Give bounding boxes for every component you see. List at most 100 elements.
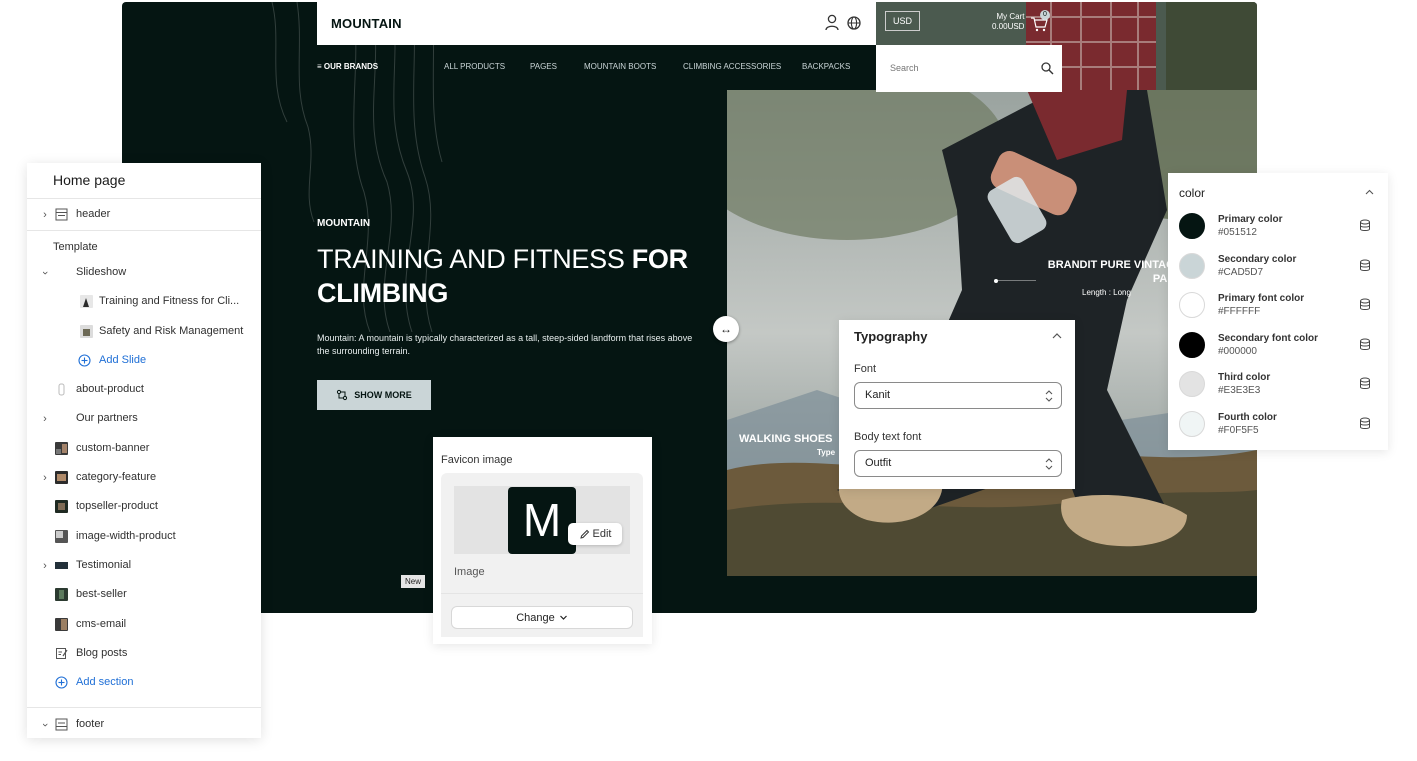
body-font-label: Body text font [854,431,922,443]
globe-icon[interactable] [846,15,862,31]
database-icon[interactable] [1359,298,1371,311]
nav-backpacks[interactable]: BACKPACKS [802,62,850,71]
cart-amount: 0.00USD [992,22,1025,31]
color-title: color [1179,186,1206,200]
template-label: Template [53,241,98,253]
sidebar-item-topseller-product[interactable]: topseller-product [27,495,261,521]
add-slide-button[interactable]: Add Slide [27,349,261,375]
color-panel: color Primary color #051512 Secondary co… [1168,173,1388,450]
section-sidebar: Home page › header Template › Slideshow … [27,163,261,738]
favicon-change-area: Change [441,593,643,637]
sidebar-item-testimonial[interactable]: › Testimonial [27,554,261,580]
color-swatch[interactable] [1179,213,1205,239]
sidebar-item-image-width-product[interactable]: image-width-product [27,525,261,551]
sidebar-item-blog-posts[interactable]: Blog posts [27,642,261,668]
color-swatch[interactable] [1179,411,1205,437]
chevron-up-icon[interactable] [1364,187,1375,198]
color-row-secondary-font[interactable]: Secondary font color #000000 [1168,327,1388,367]
route-icon [337,389,348,401]
nav-climbing-accessories[interactable]: CLIMBING ACCESSORIES [683,62,781,71]
chevron-right-icon[interactable]: › [39,413,51,425]
edit-favicon-button[interactable]: Edit [568,523,622,545]
section-thumbnail-icon [58,383,65,396]
chevron-right-icon[interactable]: › [39,209,51,221]
chevron-down-icon[interactable]: › [39,719,51,731]
slide-thumbnail-icon [80,295,93,308]
color-row-primary-font[interactable]: Primary font color #FFFFFF [1168,287,1388,327]
database-icon[interactable] [1359,417,1371,430]
sidebar-item-slide-1[interactable]: Training and Fitness for Cli... [27,290,261,316]
divider [27,707,261,708]
section-thumbnail-icon [55,562,68,569]
add-section-button[interactable]: Add section [27,671,261,697]
nav-pages[interactable]: PAGES [530,62,557,71]
nav-mountain-boots[interactable]: MOUNTAIN BOOTS [584,62,656,71]
compare-slider-handle[interactable]: ↔ [713,316,739,342]
color-swatch[interactable] [1179,292,1205,318]
select-arrows-icon [1045,458,1053,470]
chevron-down-icon[interactable]: › [39,267,51,279]
section-thumbnail-icon [55,500,68,513]
edit-document-icon [56,648,68,659]
sidebar-item-about-product[interactable]: about-product [27,378,261,404]
new-badge: New [401,575,426,588]
change-favicon-button[interactable]: Change [451,606,633,629]
chevron-right-icon[interactable]: › [39,472,51,484]
search-input[interactable] [890,61,1030,75]
database-icon[interactable] [1359,219,1371,232]
store-logo[interactable]: MOUNTAIN [331,16,402,31]
database-icon[interactable] [1359,338,1371,351]
hero-description: Mountain: A mountain is typically charac… [317,333,693,356]
color-swatch[interactable] [1179,371,1205,397]
sidebar-item-label: header [76,208,111,220]
sidebar-item-header[interactable]: › header [27,203,261,229]
chevron-up-icon[interactable] [1051,330,1063,342]
color-row-fourth[interactable]: Fourth color #F0F5F5 [1168,406,1388,446]
sidebar-item-custom-banner[interactable]: custom-banner [27,437,261,463]
pencil-icon [579,529,589,539]
store-nav: ≡ OUR BRANDS ALL PRODUCTS PAGES MOUNTAIN… [317,62,877,76]
nav-all-products[interactable]: ALL PRODUCTS [444,62,505,71]
sidebar-item-best-seller[interactable]: best-seller [27,583,261,609]
sidebar-item-cms-email[interactable]: cms-email [27,613,261,639]
cart-count-badge: 0 [1040,10,1050,20]
color-row-third[interactable]: Third color #E3E3E3 [1168,366,1388,406]
nav-our-brands[interactable]: ≡ OUR BRANDS [317,62,378,71]
store-preview: MOUNTAIN USD My Cart 0.00USD 0 ≡ OUR BRA… [122,2,1257,613]
font-label: Font [854,363,877,375]
database-icon[interactable] [1359,377,1371,390]
plus-circle-icon [55,676,68,689]
body-font-select[interactable]: Outfit [854,450,1062,477]
product-label-shoes: WALKING SHOES [739,433,833,445]
font-select[interactable]: Kanit [854,382,1062,409]
section-thumbnail-icon [55,442,68,455]
section-thumbnail-icon [55,588,68,601]
sidebar-item-our-partners[interactable]: › Our partners [27,407,261,433]
cart-summary[interactable]: My Cart 0.00USD [992,12,1024,32]
favicon-preview: M [508,487,576,554]
database-icon[interactable] [1359,259,1371,272]
sidebar-item-slideshow[interactable]: › Slideshow [27,261,261,287]
sidebar-item-slide-2[interactable]: Safety and Risk Management [27,320,261,346]
color-row-primary[interactable]: Primary color #051512 [1168,208,1388,248]
color-row-secondary[interactable]: Secondary color #CAD5D7 [1168,248,1388,288]
divider [27,198,261,199]
hero-eyebrow: MOUNTAIN [317,218,371,229]
show-more-button[interactable]: SHOW MORE [317,380,431,410]
slide-thumbnail-icon [80,325,93,338]
color-swatch[interactable] [1179,332,1205,358]
hero-title: TRAINING AND FITNESS FOR CLIMBING [317,244,688,308]
select-arrows-icon [1045,390,1053,402]
product-meta-type: Type [817,448,836,457]
sidebar-item-footer[interactable]: › footer [27,713,261,738]
product-meta-length: Length : Long [1082,288,1131,297]
chevron-right-icon[interactable]: › [39,560,51,572]
divider [27,230,261,231]
search-icon[interactable] [1040,61,1054,75]
search-box [876,45,1062,92]
color-swatch[interactable] [1179,253,1205,279]
favicon-image-label: Image [454,566,485,578]
user-icon[interactable] [823,13,841,31]
sidebar-item-category-feature[interactable]: › category-feature [27,466,261,492]
currency-selector[interactable]: USD [885,11,920,31]
